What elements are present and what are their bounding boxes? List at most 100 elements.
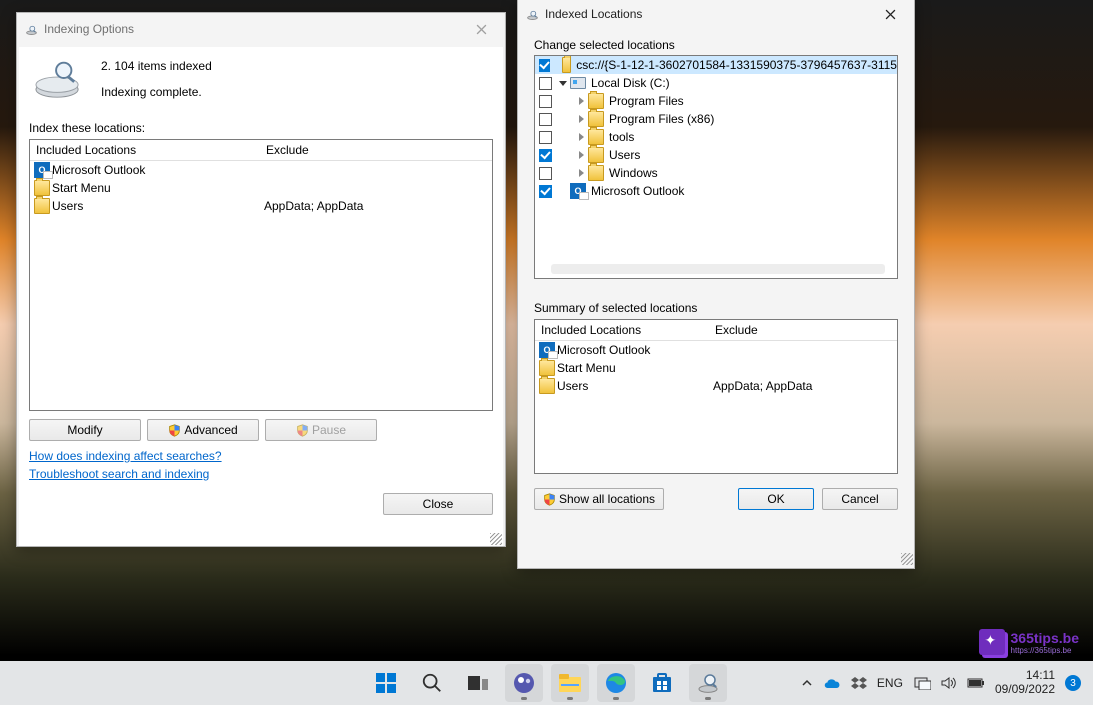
folder-icon xyxy=(539,378,555,394)
indexing-options-taskbar-button[interactable] xyxy=(689,664,727,702)
disk-icon xyxy=(570,77,586,89)
checkbox[interactable] xyxy=(539,113,552,126)
list-item[interactable]: OMicrosoft Outlook xyxy=(30,161,492,179)
shield-icon xyxy=(296,424,309,437)
cancel-button[interactable]: Cancel xyxy=(822,488,898,510)
checkbox[interactable] xyxy=(539,95,552,108)
close-button[interactable]: Close xyxy=(383,493,493,515)
expand-icon[interactable] xyxy=(576,96,586,106)
close-icon[interactable] xyxy=(461,15,501,43)
language-indicator[interactable]: ENG xyxy=(877,676,903,690)
col-exclude[interactable]: Exclude xyxy=(260,140,315,160)
list-item[interactable]: UsersAppData; AppData xyxy=(30,197,492,215)
item-name: Microsoft Outlook xyxy=(557,343,650,357)
list-item[interactable]: Start Menu xyxy=(30,179,492,197)
checkbox[interactable] xyxy=(539,131,552,144)
index-status: Indexing complete. xyxy=(101,73,212,99)
checkbox[interactable] xyxy=(539,167,552,180)
col-included[interactable]: Included Locations xyxy=(535,320,709,340)
folder-icon xyxy=(588,147,604,163)
folder-icon xyxy=(562,57,571,73)
link-troubleshoot[interactable]: Troubleshoot search and indexing xyxy=(29,467,209,481)
locations-list: Included Locations Exclude OMicrosoft Ou… xyxy=(29,139,493,411)
outlook-icon: O xyxy=(34,162,50,178)
pause-button: Pause xyxy=(265,419,377,441)
item-name: Start Menu xyxy=(557,361,616,375)
folder-icon xyxy=(34,180,50,196)
resize-grip[interactable] xyxy=(490,533,502,545)
item-name: Microsoft Outlook xyxy=(52,163,145,177)
item-exclude: AppData; AppData xyxy=(713,379,812,393)
search-icon xyxy=(421,672,443,694)
outlook-icon: O xyxy=(539,342,555,358)
indexing-icon xyxy=(25,23,38,36)
start-button[interactable] xyxy=(367,664,405,702)
ok-button[interactable]: OK xyxy=(738,488,814,510)
tree-item[interactable]: Program Files (x86) xyxy=(535,110,897,128)
microsoft-store-button[interactable] xyxy=(643,664,681,702)
horizontal-scrollbar[interactable] xyxy=(551,264,885,274)
chevron-up-icon[interactable] xyxy=(801,677,813,689)
collapse-icon[interactable] xyxy=(558,78,568,88)
file-explorer-button[interactable] xyxy=(551,664,589,702)
titlebar[interactable]: Indexing Options xyxy=(17,13,505,45)
tree-item[interactable]: Program Files xyxy=(535,92,897,110)
teams-button[interactable] xyxy=(505,664,543,702)
checkbox[interactable] xyxy=(539,185,552,198)
tree-item[interactable]: Windows xyxy=(535,164,897,182)
search-button[interactable] xyxy=(413,664,451,702)
expand-icon[interactable] xyxy=(576,168,586,178)
indexing-options-window: Indexing Options 2. 104 items indexed xyxy=(16,12,506,547)
expand-icon[interactable] xyxy=(576,114,586,124)
taskbar[interactable]: ENG 14:11 09/09/2022 3 xyxy=(0,661,1093,705)
col-exclude[interactable]: Exclude xyxy=(709,320,764,340)
link-how-affect[interactable]: How does indexing affect searches? xyxy=(29,449,222,463)
clock[interactable]: 14:11 09/09/2022 xyxy=(995,669,1055,697)
modify-button[interactable]: Modify xyxy=(29,419,141,441)
shield-icon xyxy=(543,493,556,506)
shield-icon xyxy=(168,424,181,437)
onedrive-icon[interactable] xyxy=(823,677,841,689)
close-icon[interactable] xyxy=(870,0,910,28)
checkbox[interactable] xyxy=(539,149,552,162)
brand-logo-icon xyxy=(979,629,1005,655)
folder-icon xyxy=(588,129,604,145)
tree-label: tools xyxy=(609,130,634,144)
item-name: Users xyxy=(557,379,588,393)
brand-name: 365tips.be xyxy=(1011,630,1079,646)
expand-icon[interactable] xyxy=(576,150,586,160)
list-item[interactable]: Start Menu xyxy=(535,359,897,377)
summary-list: Included Locations Exclude OMicrosoft Ou… xyxy=(534,319,898,474)
edge-button[interactable] xyxy=(597,664,635,702)
expand-icon[interactable] xyxy=(576,132,586,142)
folder-icon xyxy=(539,360,555,376)
checkbox[interactable] xyxy=(539,77,552,90)
col-included[interactable]: Included Locations xyxy=(30,140,260,160)
list-item[interactable]: OMicrosoft Outlook xyxy=(535,341,897,359)
advanced-button[interactable]: Advanced xyxy=(147,419,259,441)
tree-item[interactable]: Local Disk (C:) xyxy=(535,74,897,92)
titlebar[interactable]: Indexed Locations xyxy=(518,0,914,30)
volume-icon[interactable] xyxy=(941,676,957,690)
locations-tree[interactable]: csc://{S-1-12-1-3602701584-1331590375-37… xyxy=(534,55,898,279)
checkbox[interactable] xyxy=(539,59,550,72)
tree-label: Local Disk (C:) xyxy=(591,76,670,90)
battery-icon[interactable] xyxy=(967,677,985,689)
window-title: Indexed Locations xyxy=(545,7,642,21)
show-all-locations-button[interactable]: Show all locations xyxy=(534,488,664,510)
indexed-locations-window: Indexed Locations Change selected locati… xyxy=(517,0,915,569)
item-name: Start Menu xyxy=(52,181,111,195)
resize-grip[interactable] xyxy=(901,553,913,565)
tree-item[interactable]: Users xyxy=(535,146,897,164)
list-item[interactable]: Users AppData; AppData xyxy=(535,377,897,395)
tree-item[interactable]: OMicrosoft Outlook xyxy=(535,182,897,200)
tree-item[interactable]: csc://{S-1-12-1-3602701584-1331590375-37… xyxy=(535,56,897,74)
task-view-button[interactable] xyxy=(459,664,497,702)
notification-badge[interactable]: 3 xyxy=(1065,675,1081,691)
network-icon[interactable] xyxy=(913,676,931,690)
tree-label: csc://{S-1-12-1-3602701584-1331590375-37… xyxy=(576,58,897,72)
tree-item[interactable]: tools xyxy=(535,128,897,146)
dropbox-icon[interactable] xyxy=(851,676,867,690)
locations-label: Index these locations: xyxy=(29,121,493,135)
folder-icon xyxy=(588,111,604,127)
